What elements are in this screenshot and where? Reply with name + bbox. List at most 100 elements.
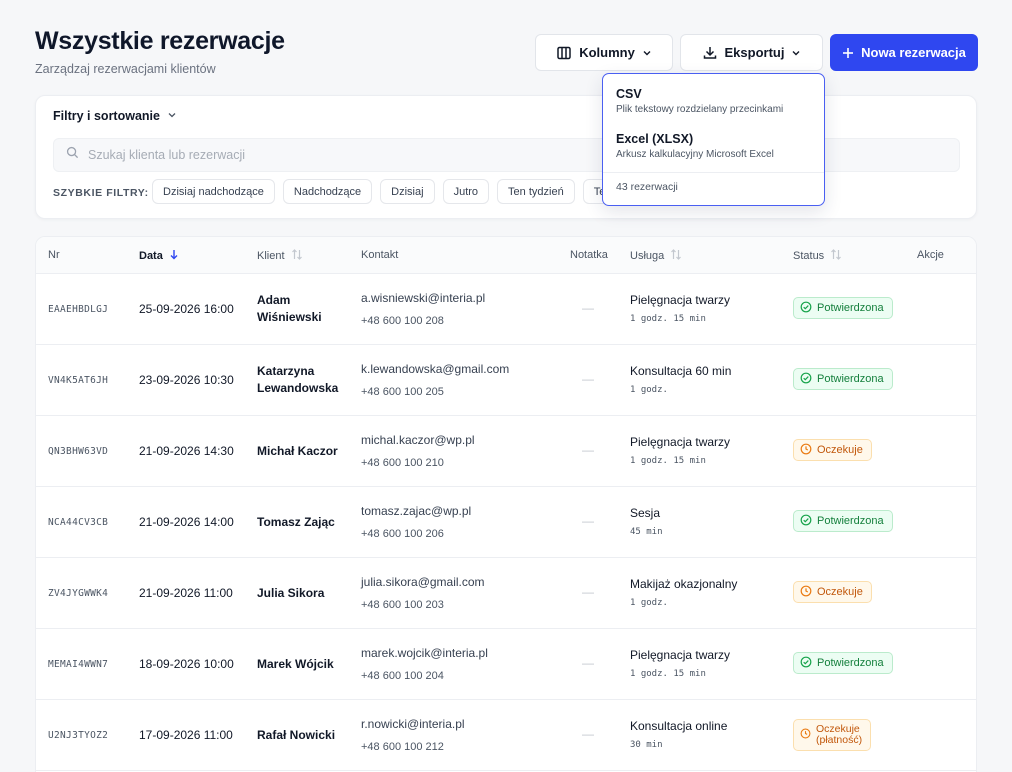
client-email: a.wisniewski@interia.pl	[361, 291, 486, 305]
client-phone: +48 600 100 210	[361, 457, 444, 469]
chevron-down-icon	[791, 48, 801, 58]
check-circle-icon	[800, 514, 812, 529]
service-duration: 1 godz. 15 min	[630, 456, 706, 466]
column-header-note: Notatka	[570, 249, 608, 261]
client-phone: +48 600 100 212	[361, 741, 444, 753]
booking-date: 18-09-2026 10:00	[139, 657, 234, 671]
booking-date: 25-09-2026 16:00	[139, 302, 234, 316]
sort-desc-icon	[169, 249, 179, 263]
table-header: Nr Data Klient Kontakt Notatka Usługa St…	[36, 237, 976, 274]
plus-icon	[842, 47, 854, 59]
booking-date: 17-09-2026 11:00	[139, 728, 233, 742]
export-option-description: Plik tekstowy rozdzielany przecinkami	[616, 104, 784, 115]
export-csv-option[interactable]: CSV Plik tekstowy rozdzielany przecinkam…	[603, 87, 824, 115]
table-row[interactable]: ZV4JYGWWK4 21-09-2026 11:00 Julia Sikora…	[36, 558, 976, 629]
booking-note: —	[582, 585, 594, 599]
sort-icon	[291, 249, 303, 263]
columns-button[interactable]: Kolumny	[535, 34, 673, 71]
client-name: Tomasz Zając	[257, 515, 335, 529]
service-duration: 1 godz.	[630, 385, 668, 395]
status-label: Potwierdzona	[817, 302, 884, 314]
clock-icon	[800, 443, 812, 458]
status-label: Potwierdzona	[817, 373, 884, 385]
client-phone: +48 600 100 203	[361, 599, 444, 611]
status-label: Potwierdzona	[817, 657, 884, 669]
table-row[interactable]: EAAEHBDLGJ 25-09-2026 16:00 Adam Wiśniew…	[36, 274, 976, 345]
booking-date: 23-09-2026 10:30	[139, 373, 234, 387]
client-email: tomasz.zajac@wp.pl	[361, 504, 472, 518]
table-row[interactable]: U2NJ3TYOZ2 17-09-2026 11:00 Rafał Nowick…	[36, 700, 976, 771]
client-name: Michał Kaczor	[257, 444, 338, 458]
table-row[interactable]: NCA44CV3CB 21-09-2026 14:00 Tomasz Zając…	[36, 487, 976, 558]
column-header-client[interactable]: Klient	[257, 249, 303, 263]
client-email: marek.wojcik@interia.pl	[361, 646, 488, 660]
client-email: k.lewandowska@gmail.com	[361, 362, 510, 376]
new-booking-button-label: Nowa rezerwacja	[861, 45, 966, 60]
service-name: Konsultacja online	[630, 719, 728, 733]
status-badge: Oczekuje (płatność)	[793, 719, 872, 751]
new-booking-button[interactable]: Nowa rezerwacja	[830, 34, 978, 71]
service-duration: 1 godz.	[630, 598, 668, 608]
export-option-description: Arkusz kalkulacyjny Microsoft Excel	[616, 149, 774, 160]
table-row[interactable]: MEMAI4WWN7 18-09-2026 10:00 Marek Wójcik…	[36, 629, 976, 700]
booking-date: 21-09-2026 14:00	[139, 515, 234, 529]
status-label: Oczekuje	[817, 444, 863, 456]
table-row[interactable]: QN3BHW63VD 21-09-2026 14:30 Michał Kaczo…	[36, 416, 976, 487]
clock-icon	[800, 728, 811, 742]
booking-note: —	[582, 727, 594, 741]
quick-filter-today[interactable]: Dzisiaj	[380, 179, 435, 204]
table-row[interactable]: VN4K5AT6JH 23-09-2026 10:30 Katarzyna Le…	[36, 345, 976, 416]
booking-number: NCA44CV3CB	[48, 517, 109, 528]
service-duration: 30 min	[630, 740, 663, 750]
booking-note: —	[582, 514, 594, 528]
column-header-date[interactable]: Data	[139, 249, 179, 263]
client-phone: +48 600 100 205	[361, 386, 444, 398]
service-name: Konsultacja 60 min	[630, 364, 732, 378]
column-header-nr: Nr	[48, 249, 60, 261]
quick-filters: Dzisiaj nadchodzące Nadchodzące Dzisiaj …	[152, 179, 617, 204]
export-button[interactable]: Eksportuj	[680, 34, 823, 71]
booking-number: QN3BHW63VD	[48, 446, 109, 457]
booking-note: —	[582, 301, 594, 315]
status-badge: Oczekuje	[793, 439, 872, 461]
client-name: Marek Wójcik	[257, 657, 334, 671]
client-email: michal.kaczor@wp.pl	[361, 433, 475, 447]
quick-filter-today-upcoming[interactable]: Dzisiaj nadchodzące	[152, 179, 275, 204]
export-menu: CSV Plik tekstowy rozdzielany przecinkam…	[602, 73, 825, 206]
column-header-service[interactable]: Usługa	[630, 249, 682, 263]
sort-icon	[670, 249, 682, 263]
column-header-status[interactable]: Status	[793, 249, 842, 263]
service-duration: 45 min	[630, 527, 663, 537]
clock-icon	[800, 585, 812, 600]
quick-filter-upcoming[interactable]: Nadchodzące	[282, 179, 373, 204]
booking-note: —	[582, 372, 594, 386]
quick-filter-tomorrow[interactable]: Jutro	[442, 179, 490, 204]
columns-icon	[556, 45, 572, 61]
client-phone: +48 600 100 204	[361, 670, 444, 682]
status-badge: Potwierdzona	[793, 510, 893, 532]
service-duration: 1 godz. 15 min	[630, 314, 706, 324]
export-option-title: Excel (XLSX)	[616, 132, 694, 146]
export-button-label: Eksportuj	[724, 45, 785, 60]
booking-number: MEMAI4WWN7	[48, 659, 109, 670]
booking-note: —	[582, 443, 594, 457]
quick-filter-this-week[interactable]: Ten tydzień	[497, 179, 575, 204]
bookings-table: Nr Data Klient Kontakt Notatka Usługa St…	[35, 236, 977, 772]
client-name: Julia Sikora	[257, 586, 325, 600]
booking-number: U2NJ3TYOZ2	[48, 730, 109, 741]
quick-filters-label: SZYBKIE FILTRY:	[53, 187, 149, 199]
download-icon	[702, 45, 718, 61]
filters-toggle[interactable]: Filtry i sortowanie	[53, 109, 177, 123]
divider	[603, 172, 824, 173]
service-name: Pielęgnacja twarzy	[630, 648, 731, 662]
client-email: julia.sikora@gmail.com	[361, 575, 485, 589]
check-circle-icon	[800, 372, 812, 387]
booking-number: EAAEHBDLGJ	[48, 304, 109, 315]
page-title: Wszystkie rezerwacje	[35, 27, 285, 55]
status-badge: Potwierdzona	[793, 368, 893, 390]
chevron-down-icon	[167, 109, 177, 123]
service-duration: 1 godz. 15 min	[630, 669, 706, 679]
column-header-actions: Akcje	[917, 249, 944, 261]
service-name: Pielęgnacja twarzy	[630, 435, 731, 449]
export-xlsx-option[interactable]: Excel (XLSX) Arkusz kalkulacyjny Microso…	[603, 132, 824, 160]
